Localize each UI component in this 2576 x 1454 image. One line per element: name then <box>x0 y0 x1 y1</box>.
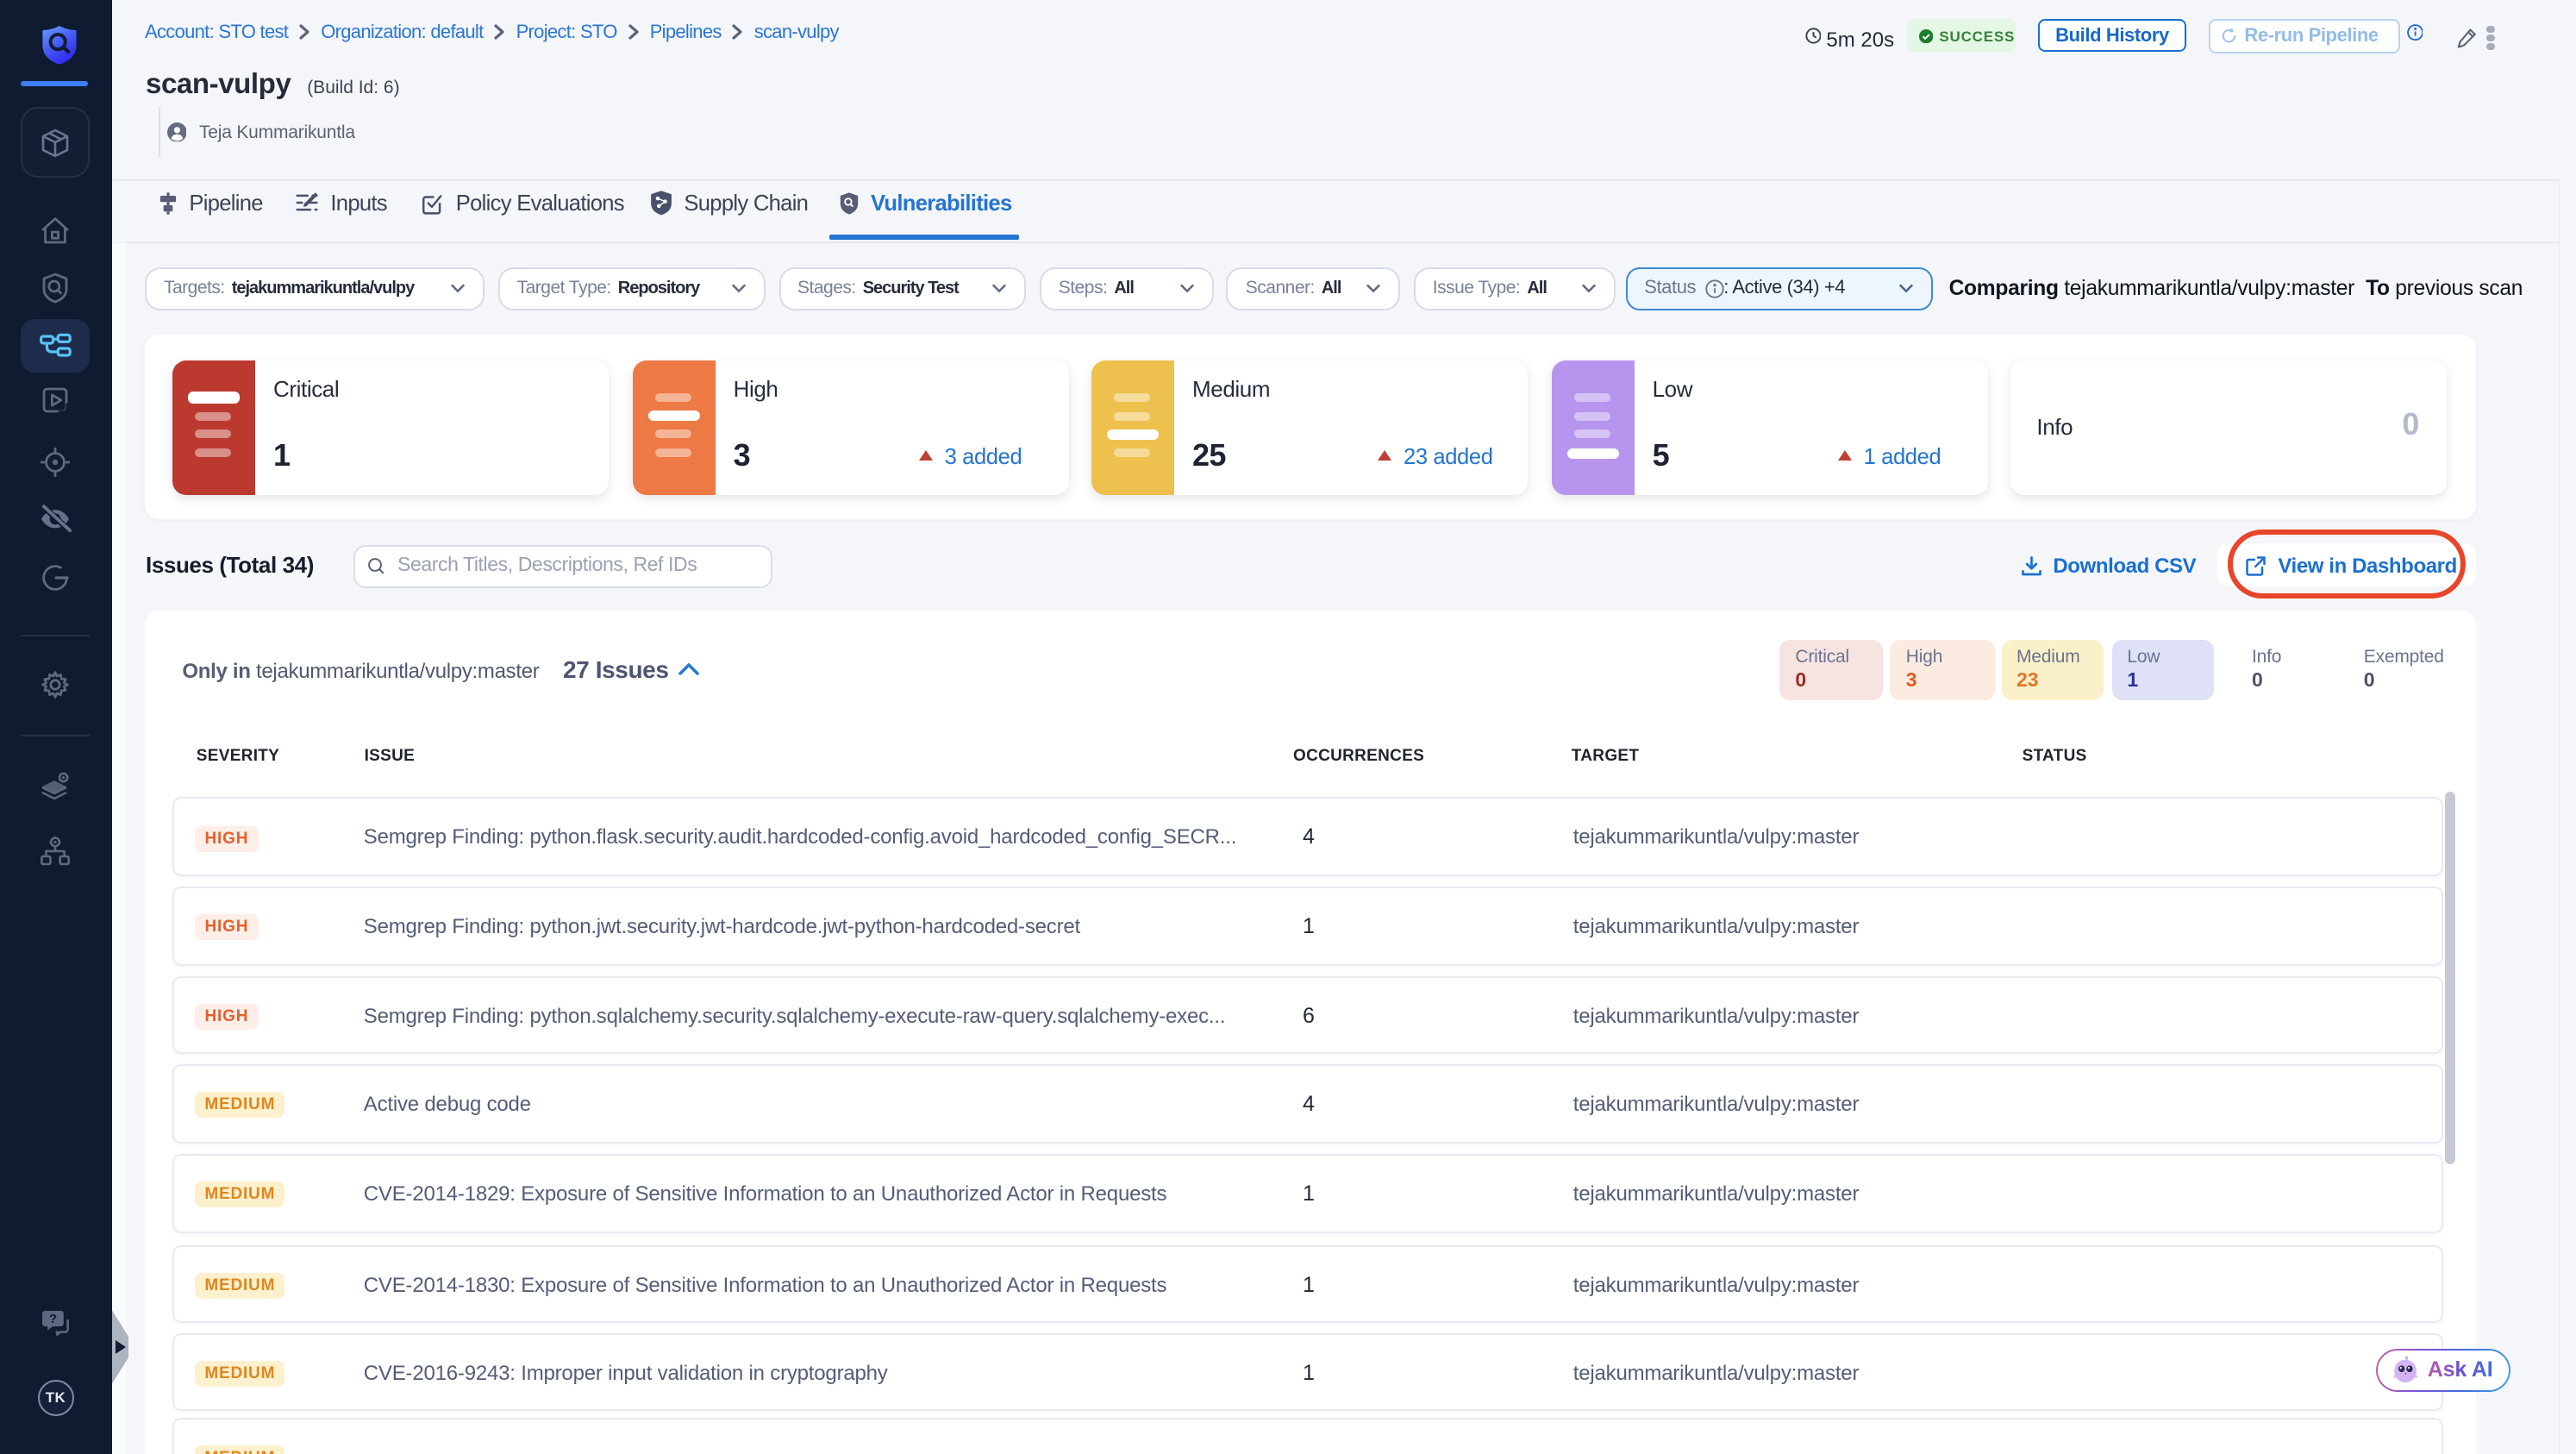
svg-text:?: ? <box>49 1312 57 1326</box>
